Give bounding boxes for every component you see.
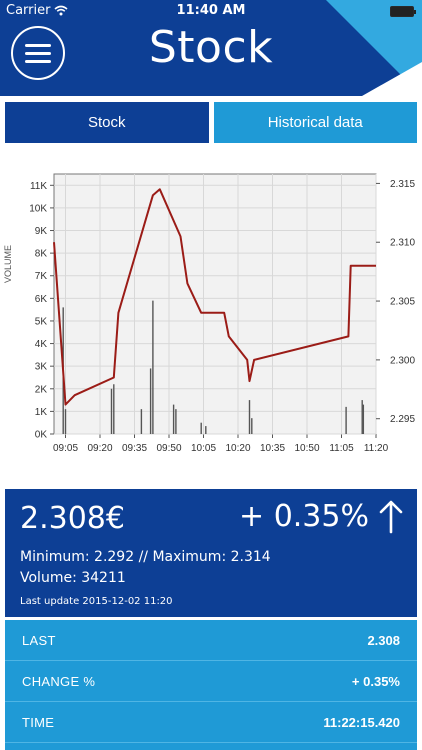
price-change: + 0.35%: [239, 499, 403, 534]
y-right-tick-label: 2.295: [390, 414, 415, 425]
details-list: LAST 2.308 CHANGE % + 0.35% TIME 11:22:1…: [5, 620, 417, 750]
app-header: Carrier 11:40 AM Stock: [0, 0, 422, 96]
tab-stock-label: Stock: [87, 114, 126, 131]
stock-chart: 09:05 09:20 09:35 09:50 10:05 10:20 10:35 10:50…: [0, 160, 422, 460]
y-left-axis-label: VOLUME: [3, 245, 13, 283]
x-tick-label: 11:05: [329, 443, 354, 454]
battery-icon: [390, 6, 416, 17]
x-tick-label: 09:35: [122, 443, 147, 454]
y-left-tick-label: 8K: [35, 249, 48, 260]
x-tick-label: 09:20: [87, 443, 112, 454]
y-right-tick-label: 2.305: [390, 297, 415, 308]
y-left-tick-label: 4K: [35, 339, 48, 350]
detail-row-time: TIME 11:22:15.420: [5, 702, 417, 743]
y-left-tick-label: 10K: [29, 203, 47, 214]
status-bar: Carrier 11:40 AM: [0, 0, 422, 22]
page-title: Stock: [148, 22, 274, 73]
tab-bar: Stock Historical data: [5, 102, 417, 143]
detail-value: + 0.35%: [351, 673, 400, 689]
detail-row-change: CHANGE % + 0.35%: [5, 661, 417, 702]
current-price: 2.308€: [20, 501, 125, 536]
plot-area: [53, 173, 377, 435]
x-tick-label: 09:50: [156, 443, 181, 454]
x-tick-label: 10:05: [191, 443, 216, 454]
arrow-up-icon: [379, 500, 403, 533]
tab-stock[interactable]: Stock: [5, 102, 209, 143]
y-left-tick-label: 2K: [35, 384, 48, 395]
y-left-tick-label: 0K: [35, 430, 48, 441]
y-left-tick-label: 6K: [35, 294, 48, 305]
x-tick-label: 11:20: [364, 443, 389, 454]
tab-historical-data-label: Historical data: [267, 114, 363, 131]
y-right-tick-label: 2.300: [390, 355, 415, 366]
x-tick-label: 10:50: [294, 443, 319, 454]
y-left-tick-label: 3K: [35, 362, 48, 373]
detail-row-last: LAST 2.308: [5, 620, 417, 661]
detail-label: CHANGE %: [22, 673, 96, 689]
y-right-tick-label: 2.310: [390, 238, 415, 249]
y-right-tick-label: 2.315: [390, 179, 415, 190]
min-max-text: Minimum: 2.292 // Maximum: 2.314: [20, 549, 271, 565]
price-change-value: + 0.35%: [239, 499, 369, 534]
volume-text: Volume: 34211: [20, 570, 126, 586]
x-tick-label: 09:05: [53, 443, 78, 454]
y-left-tick-label: 5K: [35, 316, 48, 327]
x-tick-label: 10:20: [225, 443, 250, 454]
tab-historical-data[interactable]: Historical data: [213, 102, 417, 143]
detail-label: TIME: [22, 714, 55, 730]
stock-chart-svg: 09:05 09:20 09:35 09:50 10:05 10:20 10:35 10:50…: [3, 173, 415, 454]
y-left-tick-label: 9K: [35, 226, 48, 237]
y-left-tick-label: 11K: [30, 181, 47, 192]
x-tick-label: 10:35: [260, 443, 285, 454]
y-left-tick-label: 7K: [35, 271, 48, 282]
detail-value: 11:22:15.420: [323, 714, 400, 730]
detail-value: 2.308: [367, 632, 400, 648]
status-time: 11:40 AM: [176, 3, 246, 18]
detail-label: LAST: [22, 632, 56, 648]
last-update-text: Last update 2015-12-02 11:20: [20, 596, 173, 607]
y-left-tick-label: 1K: [35, 407, 48, 418]
price-summary: 2.308€ + 0.35% Minimum: 2.292 // Maximum…: [5, 489, 417, 617]
